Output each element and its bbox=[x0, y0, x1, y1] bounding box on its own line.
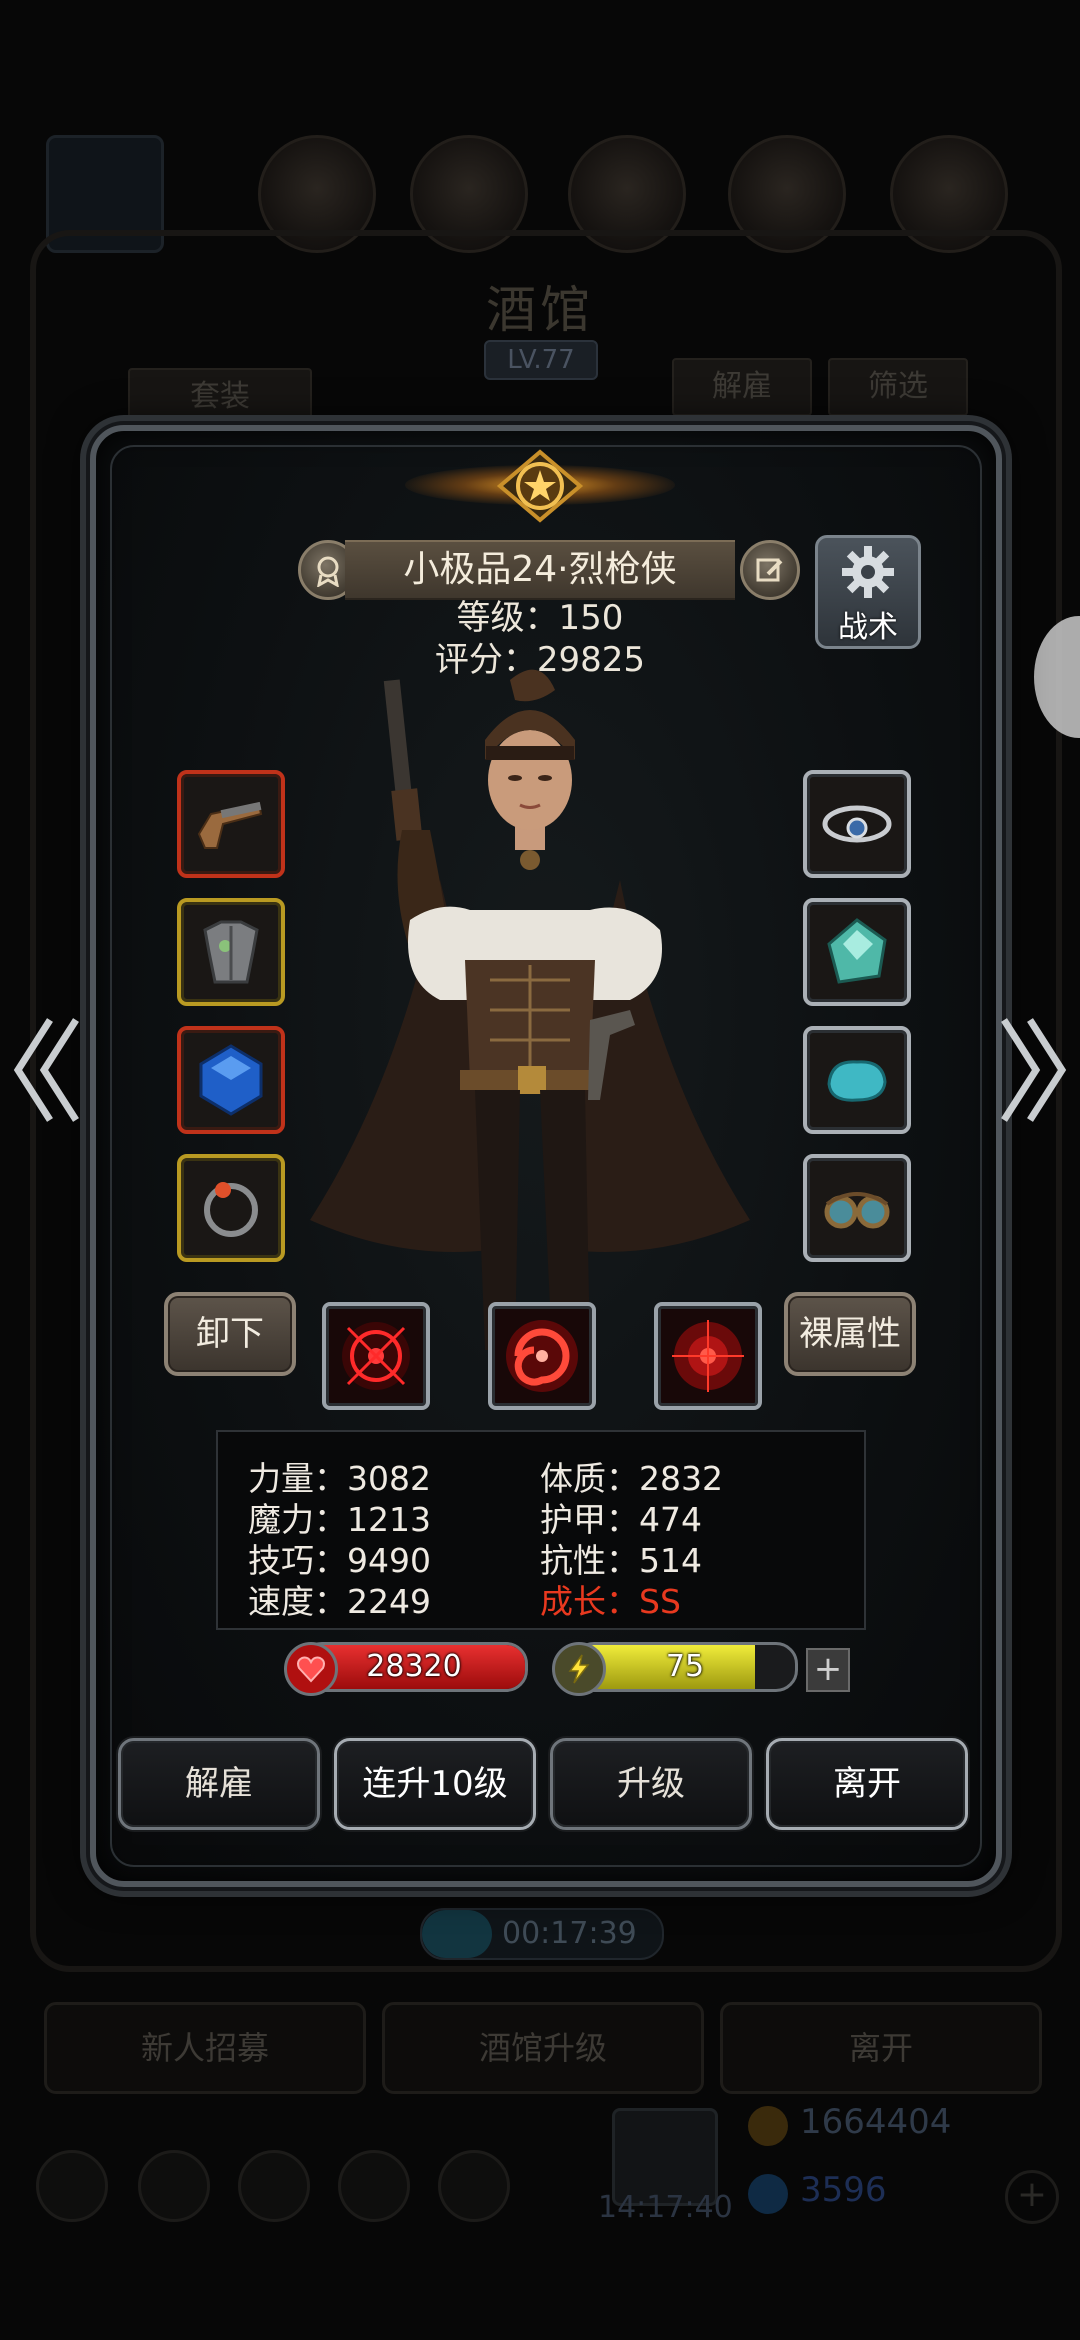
crystal-icon bbox=[827, 918, 887, 984]
background-tab-filter: 筛选 bbox=[828, 358, 968, 416]
skill-slot-1[interactable] bbox=[322, 1302, 430, 1410]
background-gold-icon bbox=[748, 2106, 788, 2146]
vortex-skill-icon bbox=[506, 1320, 578, 1392]
rename-edit-icon[interactable] bbox=[740, 540, 800, 600]
lightning-icon bbox=[552, 1642, 606, 1696]
necklace-icon bbox=[822, 805, 892, 843]
emblem-icon bbox=[496, 449, 584, 523]
background-title: 酒馆 bbox=[486, 281, 594, 339]
equip-slot-stone[interactable] bbox=[803, 1026, 911, 1134]
background-level-badge: LV.77 bbox=[484, 340, 598, 380]
skill-slot-2[interactable] bbox=[488, 1302, 596, 1410]
gear-icon bbox=[842, 546, 894, 598]
background-leave-button: 离开 bbox=[720, 2002, 1042, 2094]
armor-icon bbox=[203, 920, 259, 984]
previous-hero-arrow-icon[interactable] bbox=[10, 1010, 90, 1130]
dismiss-button[interactable]: 解雇 bbox=[118, 1738, 320, 1830]
crosshair-skill-icon bbox=[342, 1322, 410, 1390]
level-up-button[interactable]: 升级 bbox=[550, 1738, 752, 1830]
background-recruit-button: 新人招募 bbox=[44, 2002, 366, 2094]
background-nav-icon-2 bbox=[138, 2150, 210, 2222]
equip-slot-necklace[interactable] bbox=[803, 770, 911, 878]
heart-icon bbox=[284, 1642, 338, 1696]
equip-slot-goggles[interactable] bbox=[803, 1154, 911, 1262]
equip-slot-crystal[interactable] bbox=[803, 898, 911, 1006]
background-gem-amount: 3596 bbox=[800, 2170, 887, 2210]
equip-slot-gem[interactable] bbox=[177, 1026, 285, 1134]
background-timer-text: 00:17:39 bbox=[502, 1916, 637, 1951]
background-nav-icon-5 bbox=[438, 2150, 510, 2222]
background-nav-icon-4 bbox=[338, 2150, 410, 2222]
base-attributes-button[interactable]: 裸属性 bbox=[784, 1292, 916, 1376]
equip-slot-armor[interactable] bbox=[177, 898, 285, 1006]
background-gem-icon bbox=[748, 2174, 788, 2214]
unequip-button[interactable]: 卸下 bbox=[164, 1292, 296, 1376]
background-add-icon: + bbox=[1005, 2170, 1059, 2224]
energy-value: 75 bbox=[665, 1649, 705, 1684]
tactics-button[interactable]: 战术 bbox=[815, 535, 921, 649]
stone-icon bbox=[827, 1060, 887, 1102]
tactics-label: 战术 bbox=[838, 610, 898, 645]
background-upgrade-tavern-button: 酒馆升级 bbox=[382, 2002, 704, 2094]
ring-icon bbox=[204, 1182, 258, 1237]
stat-growth: 成长：SS bbox=[540, 1582, 681, 1621]
pistol-icon bbox=[197, 801, 263, 849]
skill-slot-3[interactable] bbox=[654, 1302, 762, 1410]
stat-speed: 速度：2249 bbox=[248, 1582, 431, 1621]
add-energy-button[interactable]: + bbox=[806, 1648, 850, 1692]
background-tab-suits: 套装 bbox=[128, 368, 312, 426]
leave-button[interactable]: 离开 bbox=[766, 1738, 968, 1830]
background-gold-amount: 1664404 bbox=[800, 2102, 952, 2142]
background-nav-icon-3 bbox=[238, 2150, 310, 2222]
sapphire-icon bbox=[199, 1044, 263, 1116]
target-skill-icon bbox=[672, 1320, 744, 1392]
goggles-icon bbox=[824, 1192, 890, 1229]
background-timer: 00:17:39 bbox=[420, 1908, 664, 1960]
level-up-10-button[interactable]: 连升10级 bbox=[334, 1738, 536, 1830]
background-nav-icon-1 bbox=[36, 2150, 108, 2222]
equip-slot-weapon[interactable] bbox=[177, 770, 285, 878]
equip-slot-ring[interactable] bbox=[177, 1154, 285, 1262]
hero-portrait bbox=[310, 669, 750, 1350]
background-tab-dismiss: 解雇 bbox=[672, 358, 812, 416]
background-clock: 14:17:40 bbox=[598, 2190, 733, 2225]
next-hero-arrow-icon[interactable] bbox=[990, 1010, 1070, 1130]
